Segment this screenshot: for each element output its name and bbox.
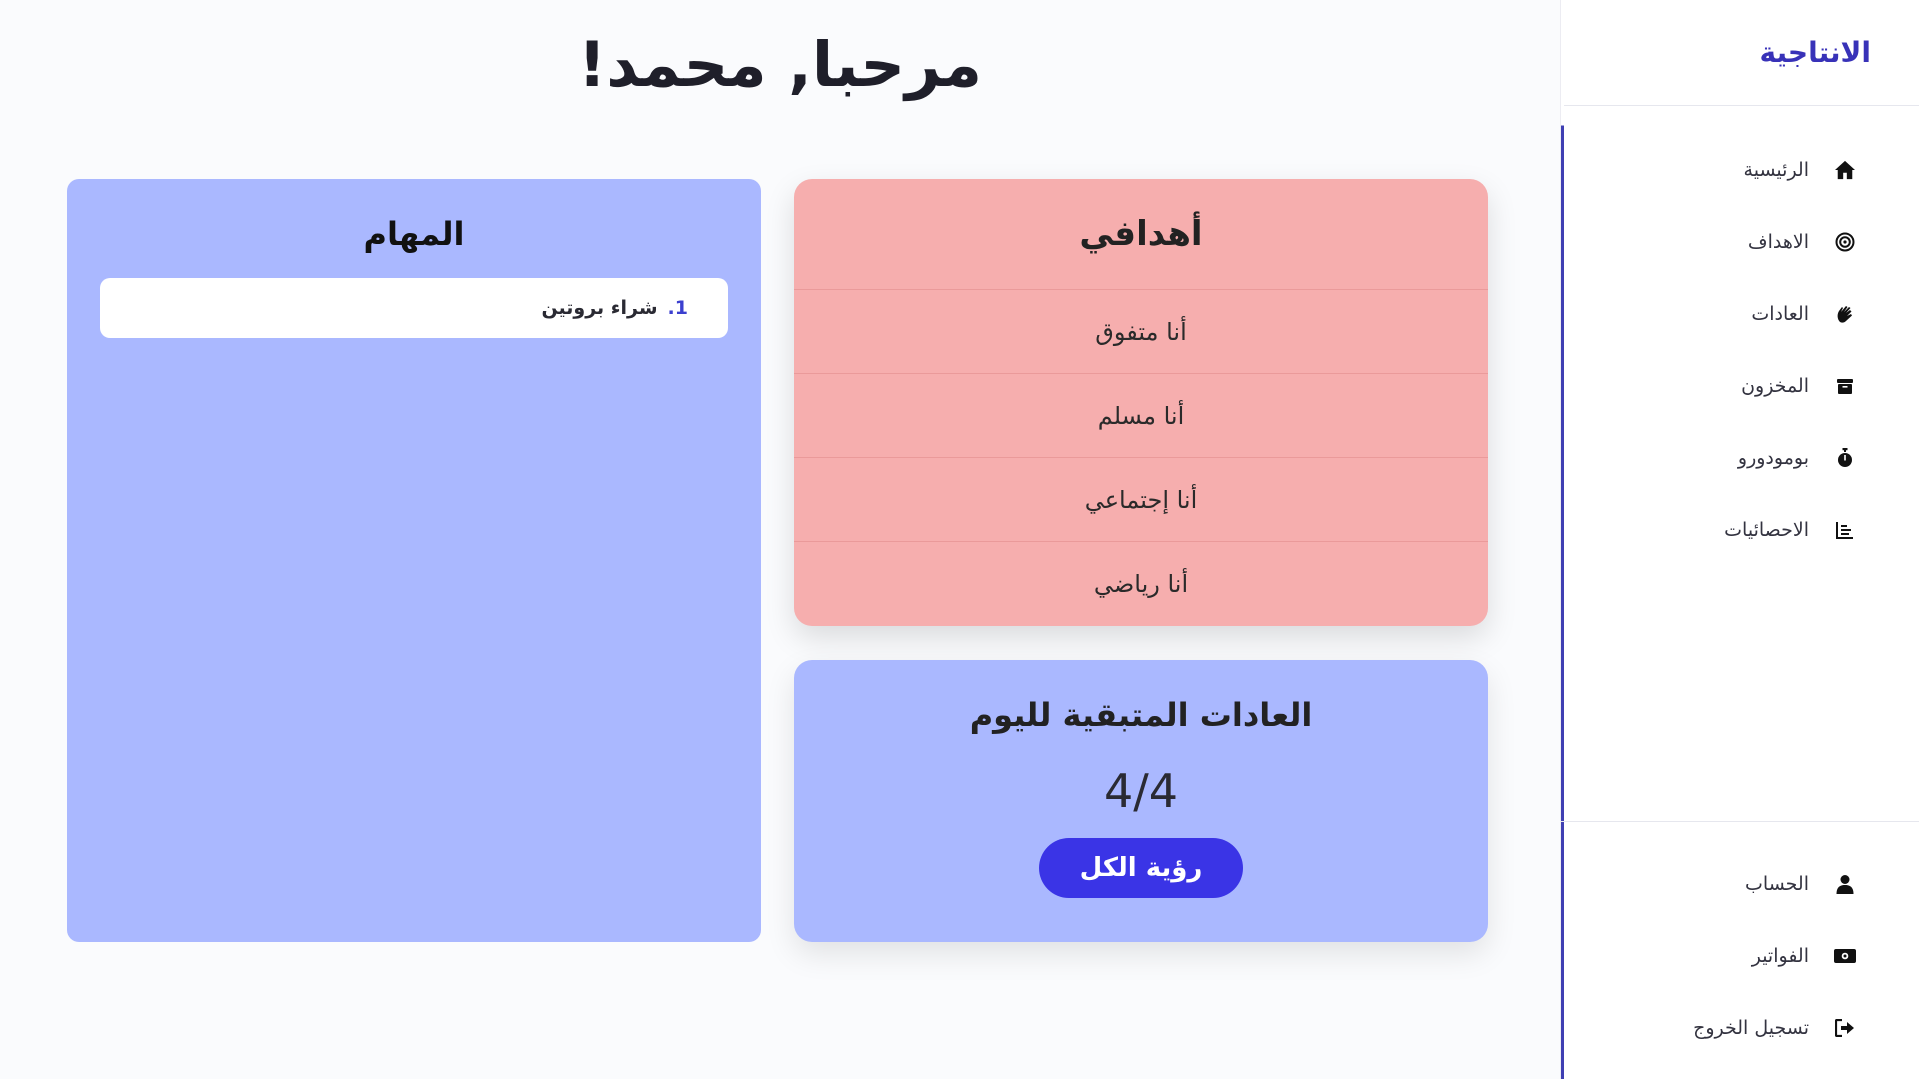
chart-icon	[1833, 518, 1857, 542]
task-number: 1.	[667, 297, 688, 319]
goals-title: أهدافي	[1079, 214, 1203, 254]
stopwatch-icon	[1833, 446, 1857, 470]
sidebar-item-label: الاحصائيات	[1724, 519, 1809, 541]
task-text: شراء بروتين	[541, 297, 658, 319]
brand-title: الانتاجية	[1759, 36, 1872, 69]
page-title: مرحبا, محمد!	[577, 28, 983, 101]
target-icon	[1833, 230, 1857, 254]
sidebar-item-invoices[interactable]: الفواتير	[1561, 920, 1919, 992]
user-icon	[1833, 872, 1857, 896]
sidebar-item-label: بومودورو	[1737, 447, 1809, 469]
sidebar-item-label: العادات	[1751, 303, 1809, 325]
app-root: الانتاجية الرئيسية الاهداف العادات المخز…	[0, 0, 1919, 1079]
brand[interactable]: الانتاجية	[1561, 0, 1919, 106]
goal-item[interactable]: أنا رياضي	[794, 541, 1488, 625]
goal-item[interactable]: أنا إجتماعي	[794, 457, 1488, 541]
sidebar: الانتاجية الرئيسية الاهداف العادات المخز…	[1560, 0, 1919, 1079]
sidebar-nav: الرئيسية الاهداف العادات المخزون بومودور…	[1561, 134, 1919, 566]
sidebar-item-label: الفواتير	[1751, 945, 1809, 967]
box-icon	[1833, 374, 1857, 398]
money-icon	[1833, 944, 1857, 968]
remaining-habits-card: العادات المتبقية لليوم 4/4 رؤية الكل	[794, 660, 1488, 942]
sidebar-item-pomodoro[interactable]: بومودورو	[1561, 422, 1919, 494]
sidebar-bottom-nav: الحساب الفواتير تسجيل الخروج	[1561, 848, 1919, 1064]
tasks-card: المهام 1. شراء بروتين	[67, 179, 761, 942]
hand-icon	[1833, 302, 1857, 326]
sidebar-item-label: الاهداف	[1747, 231, 1809, 253]
sidebar-item-inventory[interactable]: المخزون	[1561, 350, 1919, 422]
goals-card: أهدافي أنا متفوق أنا مسلم أنا إجتماعي أن…	[794, 179, 1488, 626]
logout-icon	[1833, 1016, 1857, 1040]
sidebar-item-label: الحساب	[1745, 873, 1809, 895]
habits-title: العادات المتبقية لليوم	[969, 696, 1313, 734]
sidebar-item-label: تسجيل الخروج	[1693, 1017, 1809, 1039]
goal-item[interactable]: أنا مسلم	[794, 373, 1488, 457]
list-item[interactable]: 1. شراء بروتين	[100, 278, 728, 338]
sidebar-item-logout[interactable]: تسجيل الخروج	[1561, 992, 1919, 1064]
sidebar-item-label: المخزون	[1741, 375, 1809, 397]
home-icon	[1833, 158, 1857, 182]
sidebar-item-label: الرئيسية	[1743, 159, 1809, 181]
sidebar-item-account[interactable]: الحساب	[1561, 848, 1919, 920]
sidebar-divider	[1561, 821, 1919, 822]
view-all-button[interactable]: رؤية الكل	[1039, 838, 1243, 898]
sidebar-item-statistics[interactable]: الاحصائيات	[1561, 494, 1919, 566]
sidebar-item-goals[interactable]: الاهداف	[1561, 206, 1919, 278]
sidebar-item-habits[interactable]: العادات	[1561, 278, 1919, 350]
tasks-title: المهام	[363, 215, 465, 253]
goal-item[interactable]: أنا متفوق	[794, 289, 1488, 373]
habits-count: 4/4	[1103, 764, 1179, 818]
sidebar-item-home[interactable]: الرئيسية	[1561, 134, 1919, 206]
